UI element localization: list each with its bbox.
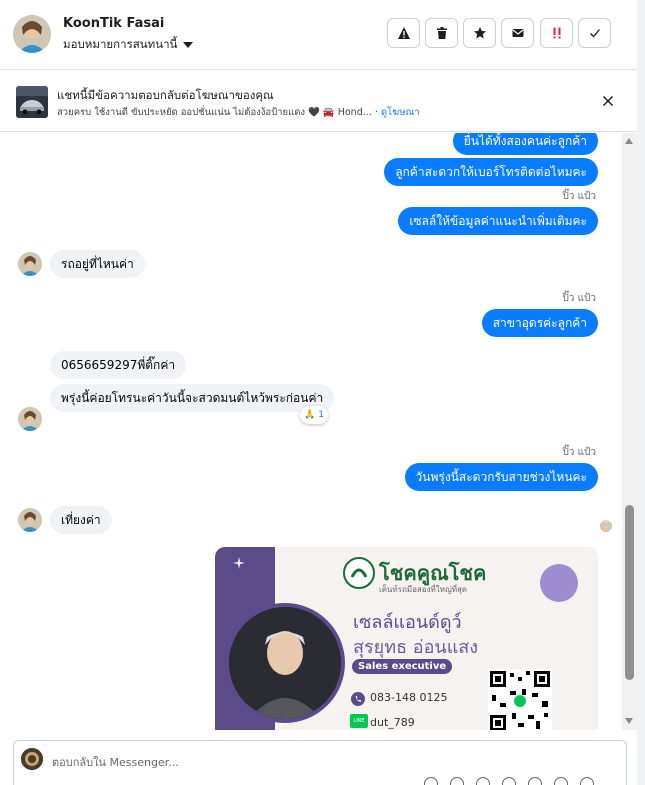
outgoing-message[interactable]: เซลล์ให้ข้อมูลค่าแนะนำเพิ่มเติมคะ [398, 207, 598, 235]
page-avatar [21, 748, 43, 770]
chat-scrollbar-thumb[interactable] [625, 505, 634, 680]
card-fullname: สุรยุทธ อ่อนแสง [353, 637, 479, 658]
card-role-badge: Sales executive [352, 659, 453, 674]
thumbs-up-icon[interactable] [554, 777, 568, 785]
incoming-message[interactable]: รถอยู่ที่ไหนค่า [50, 250, 145, 278]
conversation-header: KoonTik Fasai มอบหมายการสนทนานี้ [0, 0, 637, 70]
seen-by-label: ปิ๊ว แป้ว [562, 293, 596, 304]
follow-up-button[interactable] [540, 18, 573, 48]
card-phone: 083-148 0125 [370, 691, 448, 704]
delete-button[interactable] [425, 18, 458, 48]
close-icon[interactable] [599, 92, 617, 110]
attachment-icon[interactable] [450, 777, 464, 785]
seen-by-label: ปิ๊ว แป้ว [562, 191, 596, 202]
salesperson-photo [225, 603, 345, 723]
caret-down-icon [183, 42, 194, 48]
message-composer[interactable]: ตอบกลับใน Messenger... [13, 740, 627, 785]
emoji-icon[interactable] [502, 777, 516, 785]
seen-by-label: ปิ๊ว แป้ว [562, 447, 596, 458]
message-thread[interactable]: ยื่นได้ทั้งสองคนค่ะลูกค้า ลูกค้าสะดวกให้… [0, 133, 622, 730]
contact-avatar-small [18, 407, 42, 431]
incoming-message[interactable]: เที่ยงค่า [50, 506, 112, 534]
check-icon [589, 29, 600, 38]
sparkle-icon [233, 557, 245, 569]
line-app-icon: LINE [350, 714, 368, 728]
exclamation-icon [553, 27, 560, 39]
outgoing-message[interactable]: ลูกค้าสะดวกให้เบอร์โทรติดต่อไหมคะ [384, 158, 598, 186]
star-button[interactable] [463, 18, 496, 48]
card-tagline: เต็นท์รถมือสองที่ใหญ่ที่สุด [379, 585, 468, 594]
spam-button[interactable] [387, 18, 420, 48]
scroll-up-icon[interactable] [625, 138, 633, 144]
send-icon[interactable] [580, 777, 594, 785]
page-background-edge [637, 0, 645, 785]
saved-replies-icon[interactable] [424, 777, 438, 785]
brand-logo-icon [343, 557, 375, 589]
ad-banner-subtitle: สวยครบ ใช้งานดี ขับประหยัด ออปชั่นแน่น ไ… [57, 105, 420, 120]
link-icon[interactable] [476, 777, 490, 785]
contact-avatar[interactable] [13, 15, 51, 53]
contact-name[interactable]: KoonTik Fasai [63, 16, 164, 31]
trash-icon [436, 27, 447, 39]
composer-toolbar [424, 777, 594, 785]
gif-icon[interactable] [528, 777, 542, 785]
reaction-count: 1 [318, 410, 324, 420]
read-receipt-avatar [600, 520, 612, 532]
assign-label: มอบหมายการสนทนานี้ [63, 37, 178, 51]
card-line-id: dut_789 [370, 716, 415, 729]
view-ad-link[interactable]: ดูโฆษณา [381, 107, 420, 118]
done-button[interactable] [578, 18, 611, 48]
star-icon [473, 27, 486, 39]
phone-icon [351, 692, 365, 706]
message-reaction[interactable]: 🙏 1 [300, 406, 328, 424]
ad-banner-title: แชทนี้มีข้อความตอบกลับต่อโฆษณาของคุณ [57, 88, 274, 102]
composer-input[interactable]: ตอบกลับใน Messenger... [52, 753, 179, 771]
outgoing-message[interactable]: วันพรุ่งนี้สะดวกรับสายช่วงไหนคะ [404, 463, 598, 491]
contact-avatar-small [18, 252, 42, 276]
contact-avatar-small [18, 508, 42, 532]
scroll-down-icon[interactable] [625, 718, 633, 724]
ad-description: สวยครบ ใช้งานดี ขับประหยัด ออปชั่นแน่น ไ… [57, 107, 372, 118]
assign-conversation-dropdown[interactable]: มอบหมายการสนทนานี้ [63, 36, 194, 54]
warning-icon [397, 27, 410, 39]
mark-unread-button[interactable] [501, 18, 534, 48]
outgoing-message[interactable]: สาขาอุดรค่ะลูกค้า [481, 309, 598, 337]
incoming-message[interactable]: 0656659297พี่ติ๊กค่า [50, 351, 187, 379]
incoming-message[interactable]: พรุ่งนี้ค่อยโทรนะค่าวันนี้จะสวดมนต์ไหว้พ… [50, 384, 335, 412]
outgoing-message[interactable]: ยื่นได้ทั้งสองคนค่ะลูกค้า [452, 133, 598, 155]
pray-reaction-icon: 🙏 [304, 410, 316, 420]
ad-context-banner: แชทนี้มีข้อความตอบกลับต่อโฆษณาของคุณ สวย… [0, 70, 637, 132]
business-card-image[interactable]: โชคคูณโชค เต็นท์รถมือสองที่ใหญ่ที่สุด เซ… [215, 547, 598, 730]
ad-thumbnail[interactable] [16, 86, 48, 118]
envelope-icon [512, 29, 523, 37]
decor-circle-icon [540, 564, 578, 602]
qr-code [488, 669, 552, 730]
